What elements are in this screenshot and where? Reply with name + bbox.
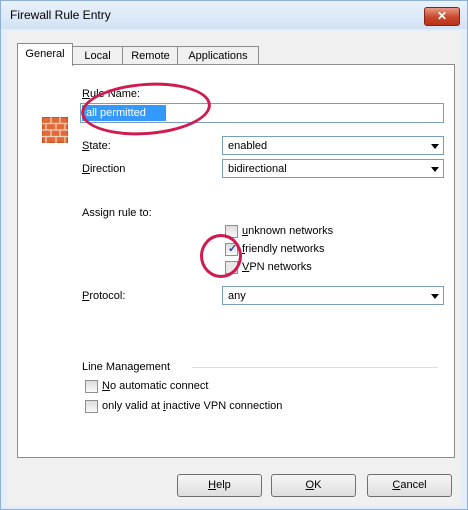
state-label: State: xyxy=(82,140,111,152)
no-automatic-connect-checkbox[interactable] xyxy=(85,380,98,393)
cancel-label: ancel xyxy=(400,479,427,491)
protocol-label: Protocol: xyxy=(82,290,126,302)
tab-local[interactable]: Local xyxy=(71,46,124,65)
only-valid-inactive-vpn-label: only valid at inactive VPN connection xyxy=(102,400,283,412)
tab-label: Applications xyxy=(188,50,248,62)
close-icon: ✕ xyxy=(436,9,448,23)
help-key: H xyxy=(208,479,217,491)
friendly-networks-label: friendly networks xyxy=(242,243,325,255)
tab-label: General xyxy=(25,48,65,60)
vpn-networks-label: VPN networks xyxy=(242,261,312,273)
no-automatic-connect-label: No automatic connect xyxy=(102,380,209,392)
chevron-down-icon xyxy=(431,294,439,299)
only-valid-inactive-vpn-checkbox[interactable] xyxy=(85,400,98,413)
firewall-brick-icon xyxy=(42,117,68,143)
tab-label: Local xyxy=(84,50,111,62)
line-management-label: Line Management xyxy=(82,361,171,373)
tab-label: Remote xyxy=(131,50,170,62)
help-label: elp xyxy=(216,479,231,491)
annotation-circle-friendly xyxy=(200,234,242,278)
chevron-down-icon xyxy=(431,167,439,172)
window-title: Firewall Rule Entry xyxy=(10,8,111,22)
direction-select[interactable]: bidirectional xyxy=(222,159,444,178)
tab-remote[interactable]: Remote xyxy=(122,46,179,65)
protocol-value: any xyxy=(228,290,246,302)
close-button[interactable]: ✕ xyxy=(424,7,460,26)
ok-key: O xyxy=(305,479,315,491)
protocol-select[interactable]: any xyxy=(222,286,444,305)
title-bar[interactable]: Firewall Rule Entry ✕ xyxy=(1,1,467,29)
unknown-networks-label: unknown networks xyxy=(242,225,334,237)
chevron-down-icon xyxy=(431,144,439,149)
direction-label: Direction xyxy=(82,163,126,175)
state-select[interactable]: enabled xyxy=(222,136,444,155)
state-value: enabled xyxy=(228,140,268,152)
assign-label: Assign rule to: xyxy=(82,207,152,219)
ok-button[interactable]: OK xyxy=(271,474,356,497)
tab-applications[interactable]: Applications xyxy=(177,46,259,65)
ok-label: K xyxy=(314,479,322,491)
help-button[interactable]: Help xyxy=(177,474,262,497)
tab-general[interactable]: General xyxy=(17,43,73,66)
cancel-button[interactable]: Cancel xyxy=(367,474,452,497)
direction-value: bidirectional xyxy=(228,163,287,175)
group-divider xyxy=(192,367,438,368)
